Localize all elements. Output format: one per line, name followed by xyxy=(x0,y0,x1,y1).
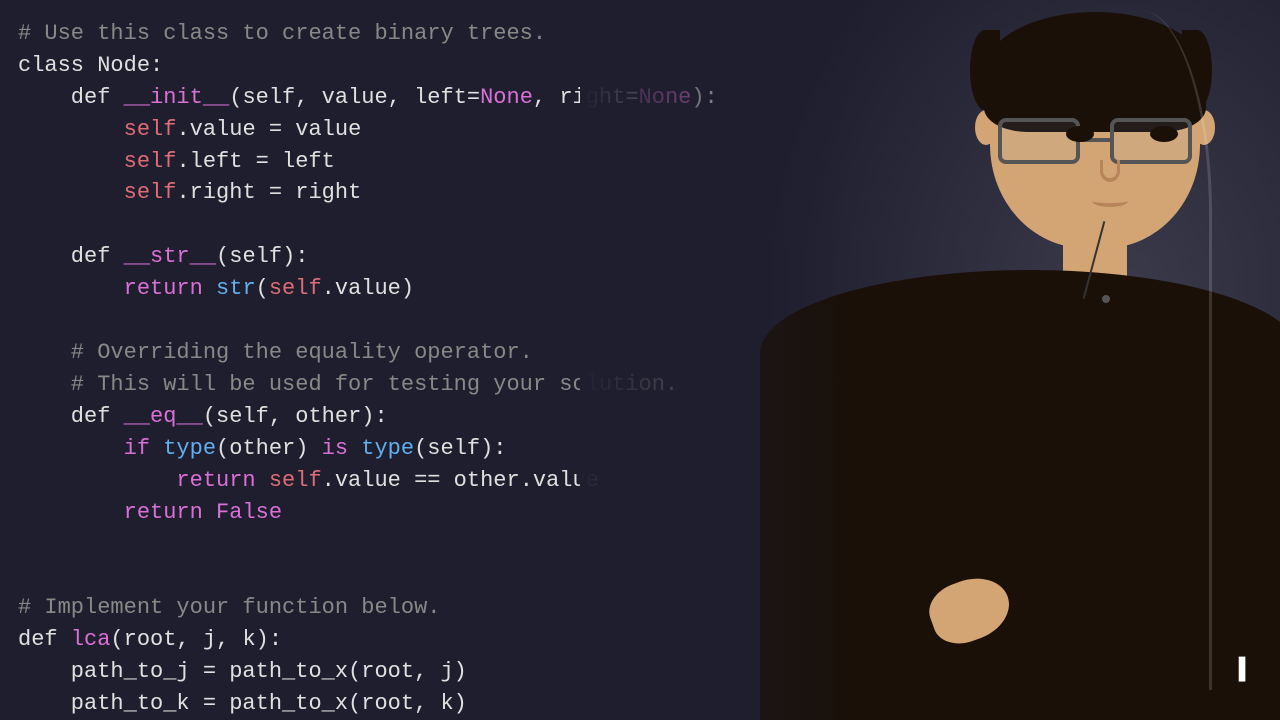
code-token: is xyxy=(322,436,362,461)
code-token: self xyxy=(269,468,322,493)
code-line: # Use this class to create binary trees. xyxy=(18,18,850,50)
code-token: .value) xyxy=(322,276,414,301)
code-token: .left = left xyxy=(176,149,334,174)
code-token: __str__ xyxy=(124,244,216,269)
code-token: None xyxy=(639,85,692,110)
code-token: : xyxy=(150,53,163,78)
hair xyxy=(984,12,1206,132)
code-token: str xyxy=(216,276,256,301)
code-token: __eq__ xyxy=(124,404,203,429)
code-token: path_to_j = path_to_x(root, j) xyxy=(18,659,467,684)
code-line xyxy=(18,209,850,241)
eye-right xyxy=(1150,126,1178,142)
code-token: class xyxy=(18,53,97,78)
code-line: self.value = value xyxy=(18,114,850,146)
code-token: , value, left= xyxy=(295,85,480,110)
code-token: .right = right xyxy=(176,180,361,205)
code-token: path_to_k = path_to_x(root, k) xyxy=(18,691,467,716)
code-token: self xyxy=(229,244,282,269)
body-sweater xyxy=(760,270,1280,720)
code-token: .value = value xyxy=(176,117,361,142)
code-token: lca xyxy=(71,627,111,652)
code-token: False xyxy=(216,500,282,525)
code-line: path_to_k = path_to_x(root, k) xyxy=(18,688,850,720)
glasses-right-lens xyxy=(1110,118,1192,164)
code-token: self xyxy=(216,404,269,429)
code-token: , other): xyxy=(269,404,388,429)
code-token: ( xyxy=(216,244,229,269)
code-token: self xyxy=(18,117,176,142)
code-token: type xyxy=(361,436,414,461)
nose xyxy=(1100,160,1120,182)
code-token: self xyxy=(269,276,322,301)
code-line: self.right = right xyxy=(18,177,850,209)
code-line: path_to_j = path_to_x(root, j) xyxy=(18,656,850,688)
code-line: return self.value == other.value xyxy=(18,465,850,497)
code-line xyxy=(18,305,850,337)
code-token: def xyxy=(18,85,124,110)
code-line: def __eq__(self, other): xyxy=(18,401,850,433)
code-token: def xyxy=(18,404,124,429)
code-token: self xyxy=(18,149,176,174)
code-token: (self): xyxy=(414,436,506,461)
code-line: class Node: xyxy=(18,50,850,82)
code-line: def __init__(self, value, left=None, rig… xyxy=(18,82,850,114)
glasses-left-lens xyxy=(998,118,1080,164)
code-token: __init__ xyxy=(124,85,230,110)
code-line: return str(self.value) xyxy=(18,273,850,305)
person-overlay xyxy=(760,0,1280,720)
code-line xyxy=(18,560,850,592)
code-token: ): xyxy=(691,85,717,110)
comment-text: # Implement your function below. xyxy=(18,595,440,620)
mouth xyxy=(1092,195,1128,207)
code-token: type xyxy=(163,436,216,461)
code-token: ): xyxy=(282,244,308,269)
code-token: if xyxy=(18,436,163,461)
code-token: def xyxy=(18,244,124,269)
code-token: return xyxy=(18,500,216,525)
code-token: ( xyxy=(203,404,216,429)
code-token: self xyxy=(18,180,176,205)
code-line: # Implement your function below. xyxy=(18,592,850,624)
code-token: return xyxy=(18,276,216,301)
code-token: , right= xyxy=(533,85,639,110)
code-token: ( xyxy=(256,276,269,301)
code-line: def lca(root, j, k): xyxy=(18,624,850,656)
code-token: None xyxy=(480,85,533,110)
code-line: # This will be used for testing your sol… xyxy=(18,369,850,401)
code-line: self.left = left xyxy=(18,146,850,178)
code-token: return xyxy=(18,468,269,493)
code-token: .value == other.value xyxy=(322,468,599,493)
comment-text: # Use this class to create binary trees. xyxy=(18,21,546,46)
comment-text: # Overriding the equality operator. xyxy=(18,340,533,365)
code-token: self xyxy=(242,85,295,110)
code-panel: # Use this class to create binary trees.… xyxy=(0,0,850,720)
code-line: # Overriding the equality operator. xyxy=(18,337,850,369)
code-line: def __str__(self): xyxy=(18,241,850,273)
code-line xyxy=(18,528,850,560)
microphone-dot xyxy=(1102,295,1110,303)
eye-left xyxy=(1066,126,1094,142)
code-line: return False xyxy=(18,497,850,529)
code-token: def xyxy=(18,627,71,652)
code-line: if type(other) is type(self): xyxy=(18,433,850,465)
comment-text: # This will be used for testing your sol… xyxy=(18,372,678,397)
code-token: (root, j, k): xyxy=(110,627,282,652)
code-token: (other) xyxy=(216,436,322,461)
code-token: Node xyxy=(97,53,150,78)
code-token: ( xyxy=(229,85,242,110)
mouse-cursor: ▌ xyxy=(1239,657,1252,682)
